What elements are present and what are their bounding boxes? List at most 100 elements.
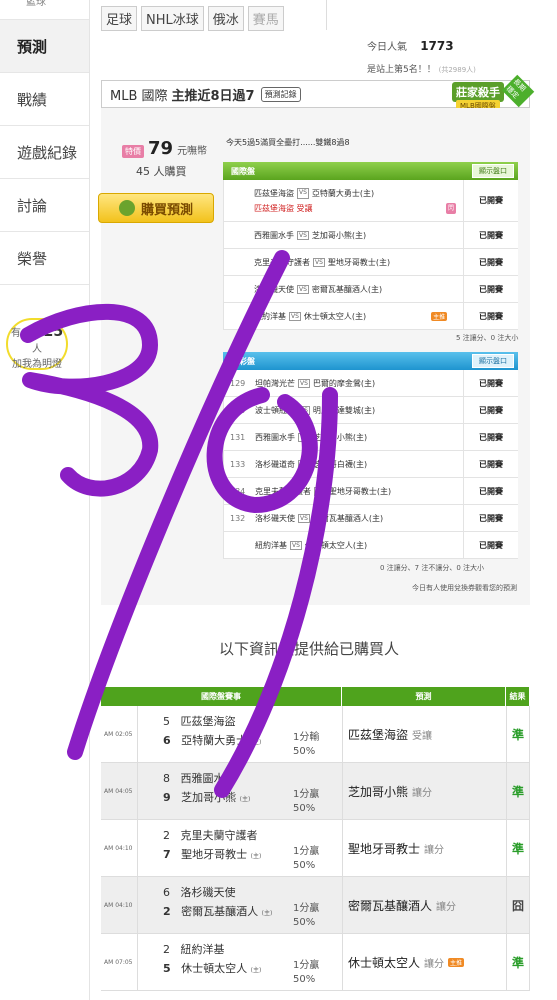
home-team: 聖地牙哥教士(主) [327, 257, 391, 267]
line-result: 1分贏 [293, 789, 320, 800]
away-number: 2 [163, 943, 170, 956]
pick-team: 匹茲堡海盜 [348, 727, 409, 742]
sidebar-item-game-log[interactable]: 遊戲紀錄 [0, 126, 89, 179]
pick-team: 休士頓太空人 [348, 955, 421, 970]
away-team: 紐約洋基 [254, 311, 286, 321]
game-cell: 2 克里夫蘭守護者 7 聖地牙哥教士 (主) 1分贏 50% [137, 820, 342, 876]
status: 已開賽 [479, 284, 503, 294]
results-table: 國際盤賽事 預測 結果 AM 02:05 5 匹茲堡海盜 6 亞特蘭大勇士 (主) 1… [101, 687, 530, 991]
pick-team: 密爾瓦基釀酒人 [348, 898, 433, 913]
tab-russian-hockey[interactable]: 俄冰 [207, 6, 244, 31]
table-row: 134 克里夫蘭守護者 VS 聖地牙哥教士(主) 已開賽 [223, 478, 518, 505]
away-team: 洛杉磯道奇 [255, 459, 295, 469]
vs-icon: VS [314, 486, 326, 496]
pick-cell: 芝加哥小熊 讓分 [342, 763, 506, 819]
buy-prediction-button[interactable]: 購買預測 [98, 193, 214, 223]
pick-cell: 休士頓太空人 讓分 主推 [342, 934, 506, 990]
table-row: 匹茲堡海盜 VS 亞特蘭大勇士(主) 匹茲堡海盜 受讓 閃 已開賽 [223, 180, 518, 222]
streak-label: 主推近8日過7 [171, 88, 255, 104]
away-team: 克里夫蘭守護者 [180, 829, 258, 842]
result-cell: 準 [506, 763, 530, 819]
pick-cell: 匹茲堡海盜 受讓 [342, 706, 506, 762]
home-number: 2 [163, 905, 171, 918]
game-time: AM 07:05 [104, 958, 133, 966]
lottery-show-lines-button[interactable]: 顯示盤口 [472, 354, 514, 368]
away-team: 波士頓紅襪 [255, 405, 295, 415]
status: 已開賽 [479, 311, 503, 321]
sidebar-item-record[interactable]: 戰績 [0, 73, 89, 126]
line-percent: 50% [293, 746, 316, 757]
home-tag: (主) [250, 739, 262, 746]
status: 已開賽 [479, 196, 503, 205]
status: 已開賽 [479, 459, 503, 469]
game-cell: 6 洛杉磯天使 2 密爾瓦基釀酒人 (主) 1分贏 50% [137, 877, 342, 933]
status: 已開賽 [479, 540, 503, 550]
home-team: 芝加哥小熊(主) [311, 230, 367, 240]
away-team: 洛杉磯天使 [255, 513, 295, 523]
game-number: 131 [230, 432, 246, 442]
home-tag: (主) [261, 910, 273, 917]
table-row: AM 04:05 8 西雅圖水手 9 芝加哥小熊 (主) 1分贏 50% 芝加哥小熊 讓分準 [101, 763, 530, 820]
table-row: AM 04:10 2 克里夫蘭守護者 7 聖地牙哥教士 (主) 1分贏 50% 聖地牙哥教… [101, 820, 530, 877]
sidebar-item-basketball[interactable]: 籃球 [0, 0, 89, 20]
home-team: 密爾瓦基釀酒人 [181, 905, 259, 918]
status: 已開賽 [479, 486, 503, 496]
away-team: 洛杉磯天使 [254, 284, 294, 294]
mark-badge: 閃 [445, 202, 456, 214]
vs-icon: VS [297, 284, 309, 294]
away-team: 西雅圖水手 [255, 432, 295, 442]
coupon-note: 今日有人使用兌換券觀看您的預測 [412, 584, 517, 592]
line-percent: 50% [293, 974, 316, 985]
home-number: 6 [163, 734, 171, 747]
tab-football[interactable]: 足球 [101, 6, 138, 31]
home-tag: (主) [250, 967, 262, 974]
vs-icon: VS [298, 459, 310, 469]
intl-show-lines-button[interactable]: 顯示盤口 [472, 164, 514, 178]
away-team: 紐約洋基 [255, 540, 287, 550]
home-tag: (主) [239, 796, 251, 803]
table-row: 129 坦帕灣光芒 VS 巴爾的摩金鶯(主) 已開賽 [223, 370, 518, 397]
game-number: 132 [230, 513, 246, 523]
home-number: 9 [163, 791, 171, 804]
home-team: 亞特蘭大勇士(主) [311, 188, 375, 198]
away-team: 西雅圖水手 [180, 772, 236, 785]
away-number: 8 [163, 772, 170, 785]
tab-nhl[interactable]: NHL冰球 [141, 6, 204, 31]
vs-icon: VS [297, 230, 309, 240]
result-cell: 準 [506, 934, 530, 990]
fans-box[interactable]: 有 4925 人 加我為明燈 [6, 318, 68, 370]
status: 已開賽 [479, 432, 503, 442]
table-row: AM 04:10 6 洛杉磯天使 2 密爾瓦基釀酒人 (主) 1分贏 50% 密爾瓦基釀酒… [101, 877, 530, 934]
sidebar-item-honor[interactable]: 榮譽 [0, 232, 89, 285]
league-label: MLB 國際 [110, 88, 168, 104]
line-percent: 50% [293, 860, 316, 871]
fans-prefix: 有 [10, 328, 21, 339]
game-cell: 5 匹茲堡海盜 6 亞特蘭大勇士 (主) 1分輸 50% [137, 706, 342, 762]
home-team: 芝加哥小熊 [181, 791, 237, 804]
table-row: 125 波士頓紅襪 VS 明尼蘇達雙城(主) 已開賽 [223, 397, 518, 424]
history-button[interactable]: 預測記錄 [260, 86, 301, 102]
away-team: 克里夫蘭守護者 [254, 257, 310, 267]
tab-horse-racing[interactable]: 賽馬 [247, 6, 284, 31]
fans-count: 4925 [24, 324, 64, 340]
result-cell: 準 [506, 706, 530, 762]
sidebar-item-predict[interactable]: 預測 [0, 20, 89, 73]
lottery-table-header: 運彩盤 顯示盤口 [223, 352, 518, 370]
popularity-value: 1773 [420, 39, 454, 53]
price: 特價 79 元嘸幣 [122, 138, 207, 159]
game-number: 129 [230, 378, 246, 388]
pick-hint: 讓分 [412, 787, 433, 799]
home-team: 密爾瓦基釀酒人(主) [311, 284, 383, 294]
table-row: 紐約洋基 VS 休士頓太空人(主) 主推 已開賽 [223, 303, 518, 330]
result-cell: 囧 [506, 877, 530, 933]
game-time: AM 04:10 [104, 844, 133, 852]
pick-cell: 聖地牙哥教士 讓分 [342, 820, 506, 876]
intl-table-header: 國際盤 顯示盤口 [223, 162, 518, 180]
away-team: 洛杉磯天使 [180, 886, 236, 899]
rank-label: 是站上第5名！！ [367, 65, 436, 75]
away-number: 5 [163, 715, 170, 728]
status: 已開賽 [479, 230, 503, 240]
table-row: 紐約洋基 VS 休士頓太空人(主) 已開賽 [223, 532, 518, 559]
sidebar-item-discussion[interactable]: 討論 [0, 179, 89, 232]
home-number: 5 [163, 962, 171, 975]
